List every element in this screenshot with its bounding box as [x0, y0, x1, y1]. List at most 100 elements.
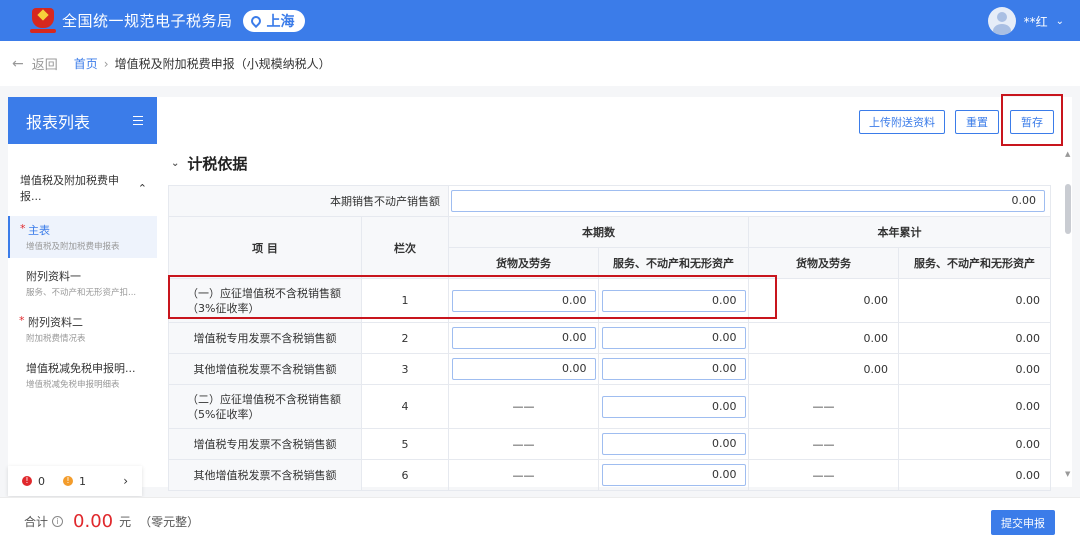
total-unit: 元 [119, 514, 132, 529]
total-label: 合计 [24, 514, 49, 529]
error-count: 0 [38, 474, 45, 488]
section-header[interactable]: ⌄ 计税依据 [171, 153, 247, 174]
ytd-goods-dash: —— [748, 384, 899, 429]
col-header-ytd: 本年累计 [748, 216, 1051, 248]
table-row: 其他增值税发票不含税销售额 6 —— 0.00 —— 0.00 [168, 459, 1051, 491]
row-label: 其他增值税发票不含税销售额 [168, 353, 362, 385]
col-header-current: 本期数 [448, 216, 749, 248]
table-row: （二）应征增值税不含税销售额（5%征收率） 4 —— 0.00 —— 0.00 [168, 384, 1051, 429]
row-highlight-box [168, 275, 777, 319]
scroll-up-icon[interactable]: ▲ [1065, 150, 1070, 158]
scroll-down-icon[interactable]: ▼ [1065, 470, 1070, 478]
sidebar-item-main[interactable]: * 主表 增值税及附加税费申报表 [8, 216, 157, 258]
current-services-input[interactable]: 0.00 [601, 464, 746, 486]
ytd-services-value: 0.00 [898, 278, 1051, 323]
back-button[interactable]: ← 返回 [12, 54, 58, 74]
current-services-input[interactable]: 0.00 [601, 358, 746, 380]
sidebar-item-schedule-1[interactable]: 附列资料一 服务、不动产和无形资产扣... [8, 262, 157, 304]
breadcrumb-separator-icon: › [103, 56, 109, 71]
row-label: （二）应征增值税不含税销售额（5%征收率） [168, 384, 362, 429]
current-goods-input[interactable]: 0.00 [451, 327, 596, 349]
ytd-goods-value: 0.00 [748, 322, 899, 354]
sidebar-header: 报表列表 [8, 97, 157, 144]
sidebar-item-label: 附列资料一 [26, 270, 81, 283]
avatar-icon [987, 7, 1016, 35]
row-line: 4 [361, 384, 449, 429]
breadcrumb: 首页 › 增值税及附加税费申报（小规模纳税人） [74, 55, 331, 72]
current-goods-dash: —— [448, 459, 599, 491]
footer-bar: 合计 i 0.00 元 （零元整） 提交申报 [0, 497, 1080, 544]
tax-emblem-icon [30, 7, 56, 34]
real-estate-label: 本期销售不动产销售额 [168, 185, 449, 217]
reset-button[interactable]: 重置 [955, 110, 999, 134]
arrow-left-icon: ← [12, 55, 24, 72]
col-header-goods: 货物及劳务 [748, 247, 899, 279]
cell: 0.00 [598, 353, 749, 385]
sidebar-item-sub: 增值税及附加税费申报表 [26, 242, 120, 252]
warning-count: 1 [79, 474, 86, 488]
vertical-scrollbar[interactable]: ▲ ▼ [1064, 150, 1072, 482]
required-marker: * [20, 222, 26, 235]
tax-basis-table: 本期销售不动产销售额 0.00 项 目 栏次 本期数 本年累计 货物及劳务 服务… [168, 185, 1051, 491]
table-row: 其他增值税发票不含税销售额 3 0.00 0.00 0.00 0.00 [168, 353, 1051, 385]
submit-declaration-button[interactable]: 提交申报 [991, 510, 1055, 535]
chevron-down-icon: ⌄ [171, 158, 180, 169]
region-selector[interactable]: 上海 [242, 9, 305, 32]
sidebar-item-sub: 服务、不动产和无形资产扣... [26, 288, 137, 298]
real-estate-cell: 0.00 [448, 185, 1051, 217]
table-row: 增值税专用发票不含税销售额 5 —— 0.00 —— 0.00 [168, 428, 1051, 460]
warning-icon: ! [63, 476, 73, 486]
col-header-services: 服务、不动产和无形资产 [598, 247, 749, 279]
required-marker: * [19, 314, 25, 327]
location-pin-icon [248, 13, 263, 28]
sidebar-title: 报表列表 [26, 112, 91, 132]
chevron-up-icon: ⌃ [137, 181, 147, 195]
chevron-down-icon: ⌄ [1055, 15, 1064, 27]
row-line: 6 [361, 459, 449, 491]
current-goods-dash: —— [448, 428, 599, 460]
current-goods-input[interactable]: 0.00 [451, 358, 596, 380]
sidebar-item-sub: 附加税费情况表 [26, 334, 86, 344]
breadcrumb-home-link[interactable]: 首页 [74, 55, 98, 72]
scrollbar-thumb[interactable] [1065, 184, 1071, 234]
sidebar-item-reduction[interactable]: 增值税减免税申报明... 增值税减免税申报明细表 [8, 354, 157, 396]
row-label: 增值税专用发票不含税销售额 [168, 428, 362, 460]
row-line: 5 [361, 428, 449, 460]
current-services-input[interactable]: 0.00 [601, 433, 746, 455]
row-label: 其他增值税发票不含税销售额 [168, 459, 362, 491]
sidebar-group-label: 增值税及附加税费申报... [20, 174, 119, 203]
row-label: 增值税专用发票不含税销售额 [168, 322, 362, 354]
sidebar-group-vat[interactable]: 增值税及附加税费申报... ⌃ [8, 172, 157, 204]
section-title: 计税依据 [187, 155, 248, 173]
ytd-goods-dash: —— [748, 459, 899, 491]
error-icon: ! [22, 476, 32, 486]
info-icon[interactable]: i [52, 515, 64, 527]
table-header-row: 项 目 栏次 本期数 本年累计 [168, 216, 1051, 279]
sidebar-item-label: 增值税减免税申报明... [26, 362, 136, 375]
col-header-goods: 货物及劳务 [448, 247, 599, 279]
ytd-services-value: 0.00 [898, 322, 1051, 354]
cell: 0.00 [598, 384, 749, 429]
table-row: 增值税专用发票不含税销售额 2 0.00 0.00 0.00 0.00 [168, 322, 1051, 354]
region-label: 上海 [266, 13, 295, 30]
breadcrumb-bar: ← 返回 首页 › 增值税及附加税费申报（小规模纳税人） [0, 41, 1080, 86]
ytd-goods-dash: —— [748, 428, 899, 460]
current-services-input[interactable]: 0.00 [601, 395, 746, 418]
ytd-services-value: 0.00 [898, 353, 1051, 385]
cell: 0.00 [448, 322, 599, 354]
row-line: 2 [361, 322, 449, 354]
col-header-line: 栏次 [361, 216, 449, 279]
validation-status[interactable]: ! 0 ! 1 › [8, 466, 142, 496]
col-header-item: 项 目 [168, 216, 362, 279]
user-menu[interactable]: **红 ⌄ [987, 7, 1064, 35]
sidebar-item-label: 主表 [28, 224, 50, 237]
upload-attachments-button[interactable]: 上传附送资料 [859, 110, 945, 134]
ytd-services-value: 0.00 [898, 428, 1051, 460]
total-in-words: （零元整） [139, 514, 200, 529]
current-services-input[interactable]: 0.00 [601, 327, 746, 349]
table-row: 本期销售不动产销售额 0.00 [168, 185, 1051, 217]
real-estate-input[interactable]: 0.00 [451, 190, 1045, 212]
menu-collapse-icon[interactable] [133, 116, 143, 125]
user-name: **红 [1023, 14, 1048, 29]
sidebar-item-schedule-2[interactable]: * 附列资料二 附加税费情况表 [8, 308, 157, 350]
